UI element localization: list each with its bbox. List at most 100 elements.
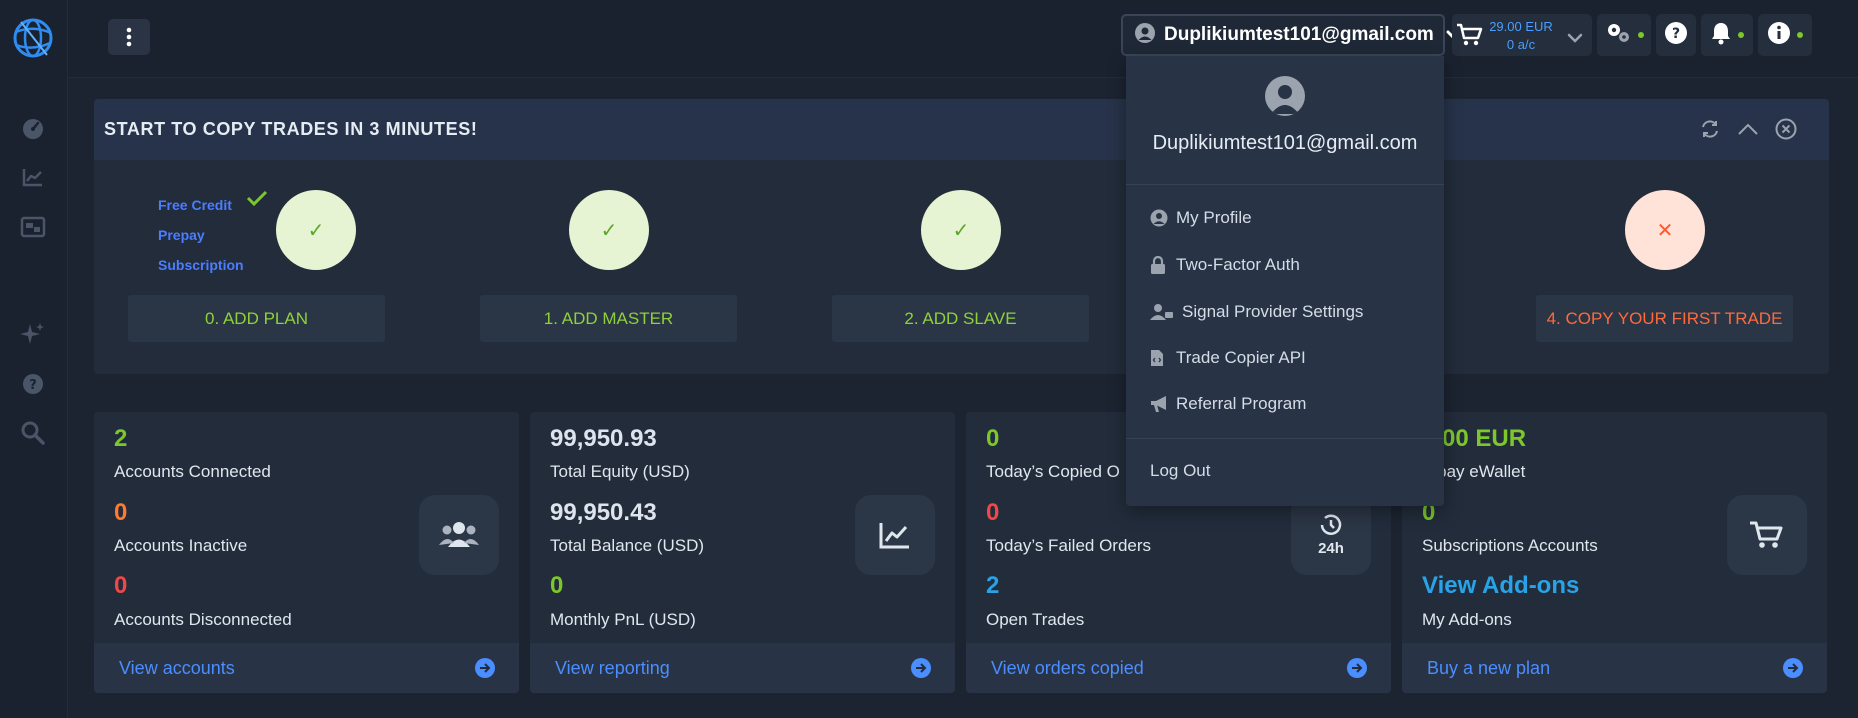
info-button[interactable] bbox=[1758, 14, 1812, 56]
user-email: Duplikiumtest101@gmail.com bbox=[1164, 24, 1434, 45]
cross-icon: ✕ bbox=[1656, 218, 1674, 242]
notifications-status-dot bbox=[1738, 32, 1744, 38]
collapse-icon[interactable] bbox=[1736, 117, 1760, 141]
add-plan-button[interactable]: 0. ADD PLAN bbox=[128, 295, 385, 342]
close-circle-icon[interactable] bbox=[1774, 117, 1798, 141]
dashboard-icon[interactable] bbox=[19, 115, 47, 143]
menu-item-label: Log Out bbox=[1150, 461, 1211, 480]
accounts-card: 2 Accounts Connected 0 Accounts Inactive… bbox=[94, 412, 519, 693]
sparkle-icon[interactable] bbox=[19, 320, 47, 348]
total-balance-label: Total Balance (USD) bbox=[550, 536, 705, 555]
my-addons-label: My Add-ons bbox=[1422, 610, 1512, 629]
view-addons-link[interactable]: View Add-ons bbox=[1422, 572, 1579, 600]
dropdown-divider bbox=[1126, 438, 1444, 439]
arrow-right-icon[interactable] bbox=[1783, 658, 1803, 678]
plan-link-free-credit[interactable]: Free Credit bbox=[158, 190, 244, 220]
accounts-connected-value: 2 bbox=[114, 425, 128, 452]
step-0-status: ✓ bbox=[276, 190, 356, 270]
menu-item-label: Referral Program bbox=[1176, 394, 1307, 413]
users-icon bbox=[419, 495, 499, 575]
buy-new-plan-link[interactable]: Buy a new plan bbox=[1427, 658, 1550, 679]
check-icon: ✓ bbox=[952, 218, 970, 242]
step-1-status: ✓ bbox=[569, 190, 649, 270]
signal-provider-icon bbox=[1150, 303, 1178, 321]
refresh-icon[interactable] bbox=[1698, 117, 1722, 141]
history-24h-label: 24h bbox=[1318, 539, 1344, 557]
arrow-right-icon[interactable] bbox=[475, 658, 495, 678]
plan-link-prepay[interactable]: Prepay bbox=[158, 220, 244, 250]
help-icon[interactable]: ? bbox=[19, 370, 47, 398]
chart-line-icon[interactable] bbox=[19, 163, 47, 191]
cart-summary: 29.00 EUR 0 a/c bbox=[1486, 18, 1556, 54]
menu-item-label: My Profile bbox=[1176, 208, 1252, 227]
app-logo[interactable] bbox=[11, 17, 55, 59]
notifications-button[interactable] bbox=[1701, 14, 1753, 56]
wallet-card: 9.00 EUR repay eWallet 0 Subscriptions A… bbox=[1402, 412, 1827, 693]
copy-first-trade-button[interactable]: 4. COPY YOUR FIRST TRADE bbox=[1536, 295, 1793, 342]
view-orders-copied-link[interactable]: View orders copied bbox=[991, 658, 1144, 679]
megaphone-icon bbox=[1150, 395, 1172, 413]
view-accounts-link[interactable]: View accounts bbox=[119, 658, 235, 679]
cart-accounts: 0 a/c bbox=[1506, 37, 1536, 52]
banner-header: START TO COPY TRADES IN 3 MINUTES! bbox=[94, 99, 1829, 160]
accounts-inactive-value: 0 bbox=[114, 499, 128, 526]
menu-item-label: Two-Factor Auth bbox=[1176, 255, 1300, 274]
user-circle-icon bbox=[1150, 209, 1172, 227]
cart-amount: 29.00 EUR bbox=[1489, 19, 1553, 34]
menu-item-signal-provider-settings[interactable]: Signal Provider Settings bbox=[1150, 299, 1363, 325]
todays-copied-orders-label: Today’s Copied O bbox=[986, 462, 1120, 481]
arrow-right-icon[interactable] bbox=[1347, 658, 1367, 678]
history-24h-icon: 24h bbox=[1291, 495, 1371, 575]
todays-failed-orders-value: 0 bbox=[986, 499, 1000, 526]
settings-button[interactable] bbox=[1597, 14, 1651, 56]
cart-icon bbox=[1727, 495, 1807, 575]
arrow-right-icon[interactable] bbox=[911, 658, 931, 678]
menu-item-my-profile[interactable]: My Profile bbox=[1150, 205, 1252, 231]
menu-item-referral-program[interactable]: Referral Program bbox=[1150, 391, 1306, 417]
view-reporting-link[interactable]: View reporting bbox=[555, 658, 670, 679]
total-equity-value: 99,950.93 bbox=[550, 425, 657, 452]
add-slave-button[interactable]: 2. ADD SLAVE bbox=[832, 295, 1089, 342]
info-circle-icon bbox=[1767, 21, 1791, 49]
plan-link-subscription[interactable]: Subscription bbox=[158, 250, 244, 280]
user-menu-button[interactable]: Duplikiumtest101@gmail.com bbox=[1121, 14, 1462, 56]
menu-item-label: Signal Provider Settings bbox=[1182, 302, 1364, 321]
view-reporting-footer[interactable]: View reporting bbox=[530, 643, 955, 693]
dropdown-avatar-icon bbox=[1265, 76, 1305, 116]
todays-copied-orders-value: 0 bbox=[986, 425, 1000, 452]
check-icon: ✓ bbox=[600, 218, 618, 242]
info-status-dot bbox=[1797, 32, 1803, 38]
view-orders-footer[interactable]: View orders copied bbox=[966, 643, 1391, 693]
bell-icon bbox=[1710, 21, 1732, 49]
sidebar: ? bbox=[0, 0, 68, 718]
step-2-status: ✓ bbox=[921, 190, 1001, 270]
menu-item-trade-copier-api[interactable]: Trade Copier API bbox=[1150, 345, 1306, 371]
plan-links: Free Credit Prepay Subscription bbox=[158, 190, 244, 280]
todays-failed-orders-label: Today’s Failed Orders bbox=[986, 536, 1152, 555]
buy-plan-footer[interactable]: Buy a new plan bbox=[1402, 643, 1827, 693]
check-icon: ✓ bbox=[307, 218, 325, 242]
add-master-button[interactable]: 1. ADD MASTER bbox=[480, 295, 737, 342]
help-button[interactable]: ? bbox=[1656, 14, 1696, 56]
gears-icon bbox=[1604, 21, 1632, 49]
accounts-disconnected-label: Accounts Disconnected bbox=[114, 610, 292, 629]
user-dropdown-menu: Duplikiumtest101@gmail.com My Profile Tw… bbox=[1126, 56, 1444, 506]
search-icon[interactable] bbox=[19, 419, 47, 447]
accounts-icon[interactable] bbox=[19, 213, 47, 241]
kebab-menu-icon bbox=[126, 27, 132, 47]
total-equity-label: Total Equity (USD) bbox=[550, 462, 690, 481]
subscriptions-accounts-label: Subscriptions Accounts bbox=[1422, 536, 1598, 555]
onboarding-banner: START TO COPY TRADES IN 3 MINUTES! Free … bbox=[94, 99, 1829, 374]
menu-item-two-factor-auth[interactable]: Two-Factor Auth bbox=[1150, 252, 1300, 278]
view-accounts-footer[interactable]: View accounts bbox=[94, 643, 519, 693]
cart-button[interactable]: 29.00 EUR 0 a/c bbox=[1452, 14, 1592, 56]
menu-item-log-out[interactable]: Log Out bbox=[1150, 458, 1211, 484]
banner-title: START TO COPY TRADES IN 3 MINUTES! bbox=[104, 119, 478, 139]
cart-icon bbox=[1456, 23, 1484, 51]
accounts-inactive-label: Accounts Inactive bbox=[114, 536, 248, 555]
step-4-status: ✕ bbox=[1625, 190, 1705, 270]
file-code-icon bbox=[1150, 349, 1172, 367]
cart-chevron-down-icon bbox=[1567, 29, 1583, 48]
dropdown-divider bbox=[1126, 184, 1444, 185]
menu-button[interactable] bbox=[108, 19, 150, 55]
